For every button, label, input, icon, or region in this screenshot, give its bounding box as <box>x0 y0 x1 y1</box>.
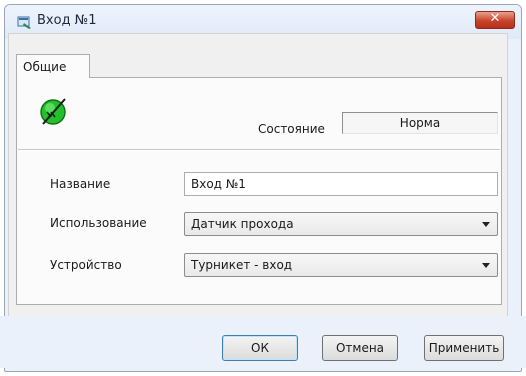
usage-label: Использование <box>50 216 147 230</box>
tab-label: Общие <box>23 60 67 74</box>
device-select[interactable]: Турникет - вход <box>184 253 498 277</box>
name-input-value: Вход №1 <box>191 177 246 191</box>
close-icon: ✕ <box>489 11 501 26</box>
green-indicator-icon <box>40 98 66 125</box>
tab-general[interactable]: Общие <box>16 54 90 78</box>
apply-button[interactable]: Применить <box>424 335 504 361</box>
name-input[interactable]: Вход №1 <box>184 172 498 196</box>
close-button[interactable]: ✕ <box>475 11 515 29</box>
chevron-down-icon <box>482 222 490 227</box>
device-label: Устройство <box>50 258 122 272</box>
app-icon <box>17 16 31 29</box>
status-value-box: Норма <box>342 112 498 134</box>
divider <box>18 149 500 151</box>
name-label: Название <box>50 177 111 191</box>
chevron-down-icon <box>482 263 490 268</box>
status-label: Состояние <box>258 122 325 136</box>
cancel-button[interactable]: Отмена <box>322 335 398 361</box>
status-value: Норма <box>399 116 441 130</box>
usage-select-value: Датчик прохода <box>191 217 294 231</box>
window-title: Вход №1 <box>37 13 97 28</box>
usage-select[interactable]: Датчик прохода <box>184 212 498 236</box>
ok-button[interactable]: ОК <box>222 335 298 361</box>
device-select-value: Турникет - вход <box>191 258 293 272</box>
